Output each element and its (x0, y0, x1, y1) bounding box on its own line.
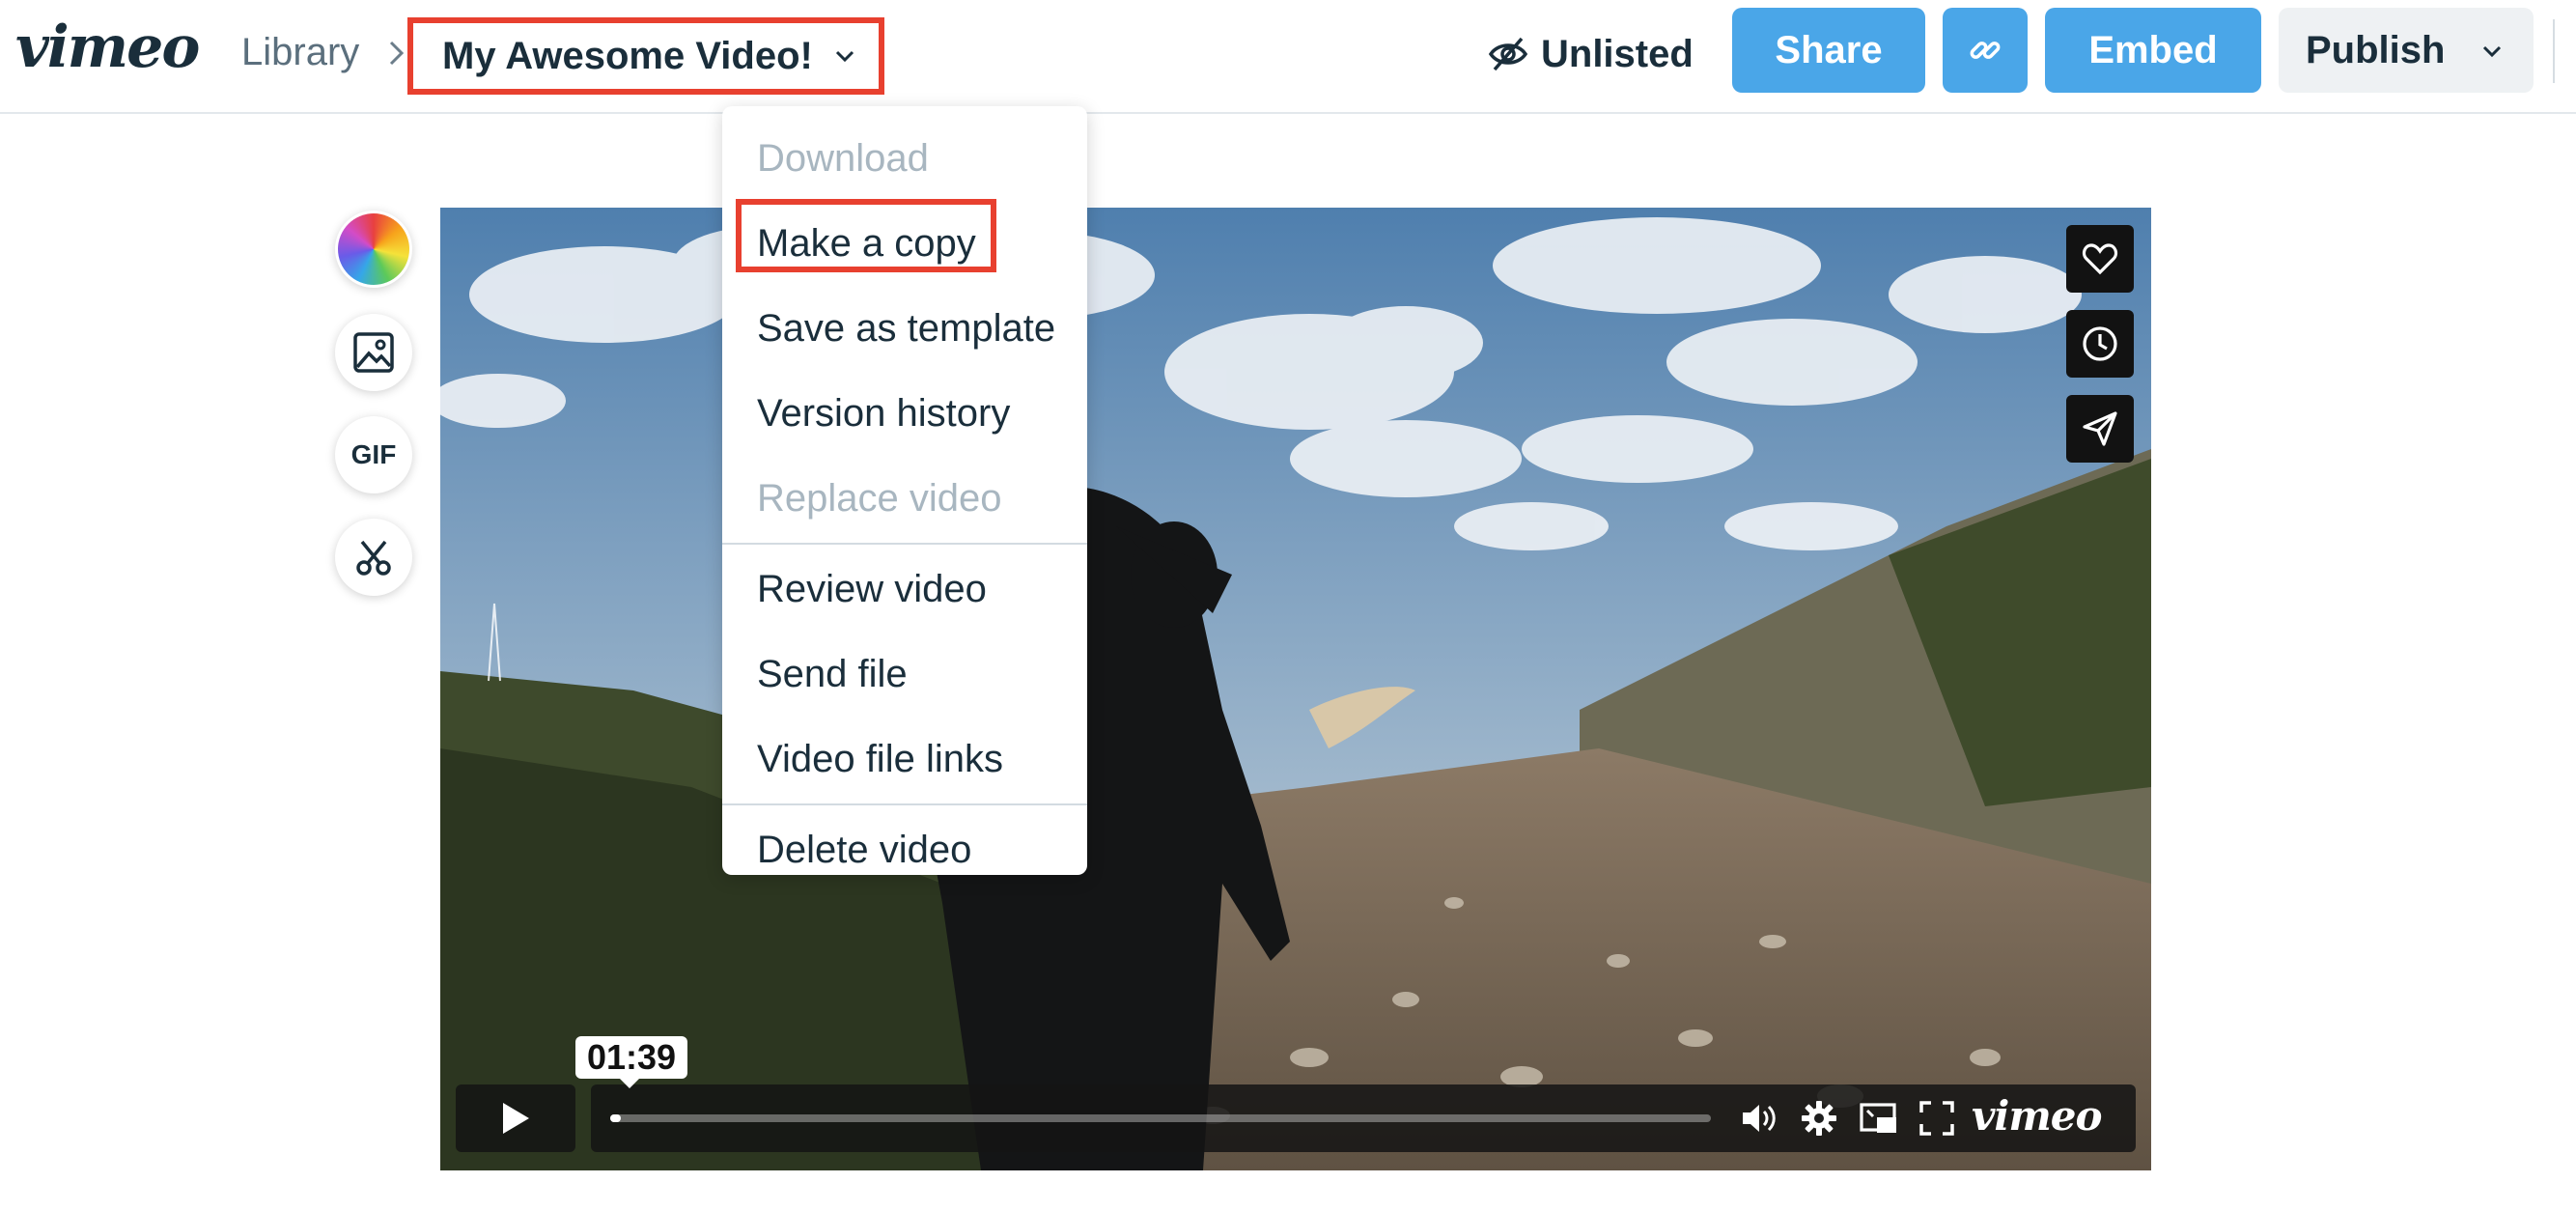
embed-button[interactable]: Embed (2045, 8, 2261, 93)
chevron-right-icon (389, 41, 405, 66)
privacy-label: Unlisted (1541, 32, 1694, 75)
menu-item-review-video[interactable]: Review video (722, 547, 1087, 632)
menu-divider (722, 543, 1087, 545)
privacy-toggle[interactable]: Unlisted (1487, 25, 1694, 83)
current-time-tooltip: 01:39 (575, 1036, 687, 1088)
menu-item-video-file-links[interactable]: Video file links (722, 717, 1087, 802)
volume-icon (1743, 1105, 1776, 1132)
like-button[interactable] (2066, 225, 2134, 293)
video-player[interactable]: vimeo 01:39 (440, 208, 2151, 1170)
menu-item-save-as-template[interactable]: Save as template (722, 286, 1087, 371)
video-frame (440, 208, 2151, 1170)
watch-later-button[interactable] (2066, 310, 2134, 378)
publish-button[interactable]: Publish (2279, 8, 2534, 93)
thumbnail-tool-button[interactable] (335, 314, 412, 391)
eye-slash-icon (1488, 37, 1528, 71)
video-options-menu: Download Make a copy Save as template Ve… (722, 106, 1087, 875)
share-video-button[interactable] (2066, 395, 2134, 463)
fullscreen-button[interactable] (1916, 1097, 1958, 1140)
chevron-down-icon (2482, 45, 2502, 58)
breadcrumb-library[interactable]: Library (241, 31, 359, 74)
video-title-dropdown[interactable]: My Awesome Video! (407, 17, 884, 95)
chevron-down-icon (835, 50, 854, 63)
settings-button[interactable] (1798, 1097, 1840, 1140)
play-button[interactable] (456, 1084, 575, 1152)
top-header: vimeo Library My Awesome Video! Unlisted… (0, 0, 2576, 114)
volume-button[interactable] (1738, 1097, 1780, 1140)
color-tool-button[interactable] (335, 211, 412, 288)
trim-tool-button[interactable] (335, 519, 412, 596)
clock-icon (2083, 326, 2117, 361)
paper-plane-icon (2083, 411, 2117, 446)
heart-icon (2082, 243, 2118, 275)
play-icon (503, 1103, 529, 1134)
copy-link-button[interactable] (1943, 8, 2028, 93)
progress-bar[interactable] (610, 1114, 1711, 1122)
menu-divider (722, 803, 1087, 805)
menu-item-send-file[interactable]: Send file (722, 632, 1087, 717)
pip-button[interactable] (1858, 1097, 1900, 1140)
menu-item-make-a-copy[interactable]: Make a copy (722, 201, 1087, 286)
player-controls: vimeo 01:39 (456, 1036, 2136, 1152)
menu-item-replace-video[interactable]: Replace video (722, 456, 1087, 541)
progress-fill (610, 1114, 622, 1122)
menu-item-version-history[interactable]: Version history (722, 371, 1087, 456)
header-divider (2553, 19, 2555, 83)
link-icon (1970, 42, 2001, 59)
scissors-icon (356, 540, 391, 576)
color-wheel-icon (338, 213, 409, 285)
menu-item-delete-video[interactable]: Delete video (722, 807, 1087, 892)
picture-in-picture-icon (1860, 1103, 1896, 1133)
menu-item-download[interactable]: Download (722, 116, 1087, 201)
image-icon (353, 332, 394, 373)
video-title: My Awesome Video! (442, 34, 813, 77)
gif-tool-button[interactable]: GIF (335, 416, 412, 493)
fullscreen-icon (1919, 1101, 1954, 1136)
vimeo-player-logo[interactable]: vimeo (1972, 1092, 2103, 1140)
share-button[interactable]: Share (1732, 8, 1925, 93)
vimeo-logo[interactable]: vimeo (15, 14, 200, 81)
gear-icon (1802, 1101, 1836, 1136)
control-bar: vimeo (591, 1084, 2136, 1152)
publish-label: Publish (2306, 28, 2446, 71)
